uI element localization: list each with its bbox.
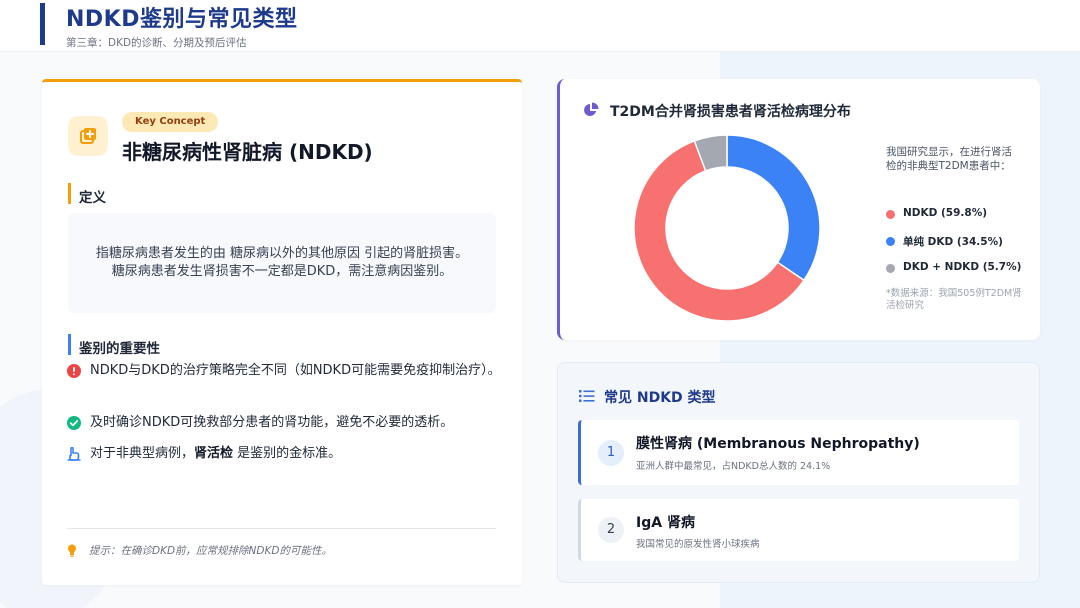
definition-heading: 定义	[68, 183, 106, 206]
type-description: 我国常见的原发性肾小球疾病	[636, 539, 760, 550]
page-subtitle: 第三章：DKD的诊断、分期及预后评估	[66, 37, 247, 49]
list-icon	[579, 390, 595, 402]
legend-dot	[886, 210, 895, 219]
chart-title: T2DM合并肾损害患者肾活检病理分布	[610, 104, 851, 120]
type-number: 1	[598, 440, 624, 466]
importance-item: 对于非典型病例，肾活检 是鉴别的金标准。	[67, 444, 507, 464]
type-name: 膜性肾病 (Membranous Nephropathy)	[636, 436, 920, 452]
importance-text-post: 是鉴别的金标准。	[233, 446, 342, 461]
legend-dot	[886, 264, 895, 273]
importance-text: 及时确诊NDKD可挽救部分患者的肾功能，避免不必要的透析。	[90, 415, 454, 430]
lightbulb-icon	[68, 544, 76, 557]
legend-item: DKD + NDKD (5.7%)	[886, 261, 1021, 273]
page-title: NDKD鉴别与常见类型	[66, 7, 298, 32]
header-accent-bar	[40, 3, 45, 45]
plus-square-icon	[68, 116, 108, 156]
donut-slice	[726, 134, 821, 282]
page-header: NDKD鉴别与常见类型 第三章：DKD的诊断、分期及预后评估	[0, 0, 1080, 52]
importance-text: 对于非典型病例，肾活检 是鉴别的金标准。	[67, 444, 507, 464]
type-item: 1 膜性肾病 (Membranous Nephropathy) 亚洲人群中最常见…	[578, 420, 1019, 485]
definition-line-1: 指糖尿病患者发生的由 糖尿病以外的其他原因 引起的肾脏损害。	[95, 246, 469, 261]
legend-label: 单纯 DKD (34.5%)	[903, 236, 1003, 248]
type-item: 2 IgA 肾病 我国常见的原发性肾小球疾病	[578, 499, 1019, 561]
importance-text: NDKD与DKD的治疗策略完全不同（如NDKD可能需要免疫抑制治疗）。	[90, 363, 501, 378]
definition-box: 指糖尿病患者发生的由 糖尿病以外的其他原因 引起的肾脏损害。 糖尿病患者发生肾损…	[68, 213, 496, 313]
importance-item: NDKD与DKD的治疗策略完全不同（如NDKD可能需要免疫抑制治疗）。	[67, 361, 507, 381]
type-description: 亚洲人群中最常见，占NDKD总人数的 24.1%	[636, 461, 831, 472]
legend-label: DKD + NDKD (5.7%)	[903, 261, 1022, 273]
key-concept-badge: Key Concept	[122, 112, 219, 132]
type-number: 2	[598, 517, 624, 543]
importance-heading: 鉴别的重要性	[68, 334, 160, 357]
importance-text-pre: 对于非典型病例，	[90, 446, 195, 461]
pie-chart-icon	[584, 102, 599, 116]
donut-chart	[633, 134, 821, 322]
types-heading: 常见 NDKD 类型	[604, 390, 716, 406]
types-card: 常见 NDKD 类型 1 膜性肾病 (Membranous Nephropath…	[557, 362, 1040, 583]
definition-line-2: 糖尿病患者发生肾损害不一定都是DKD，需注意病因鉴别。	[111, 264, 453, 279]
chart-card: T2DM合并肾损害患者肾活检病理分布 我国研究显示，在进行肾活检的非典型T2DM…	[557, 79, 1040, 340]
legend-item: 单纯 DKD (34.5%)	[886, 234, 1003, 249]
type-name: IgA 肾病	[636, 515, 695, 531]
legend-item: NDKD (59.8%)	[886, 207, 987, 219]
chart-note: 我国研究显示，在进行肾活检的非典型T2DM患者中：	[886, 146, 1012, 172]
divider	[67, 528, 496, 529]
legend-dot	[886, 237, 895, 246]
check-circle-icon	[67, 416, 81, 430]
importance-text-bold: 肾活检	[194, 446, 234, 461]
importance-item: 及时确诊NDKD可挽救部分患者的肾功能，避免不必要的透析。	[67, 413, 507, 433]
hand-pointer-icon	[67, 447, 81, 461]
concept-card: Key Concept 非糖尿病性肾脏病 (NDKD) 定义 指糖尿病患者发生的…	[42, 79, 522, 585]
data-source: *数据来源：我国505例T2DM肾活检研究	[886, 288, 1022, 311]
tip-text: 提示：在确诊DKD前，应常规排除NDKD的可能性。	[89, 545, 332, 557]
exclamation-circle-icon	[67, 364, 81, 378]
concept-title: 非糖尿病性肾脏病 (NDKD)	[122, 140, 373, 164]
legend-label: NDKD (59.8%)	[903, 207, 988, 219]
tip: 提示：在确诊DKD前，应常规排除NDKD的可能性。	[67, 543, 332, 558]
